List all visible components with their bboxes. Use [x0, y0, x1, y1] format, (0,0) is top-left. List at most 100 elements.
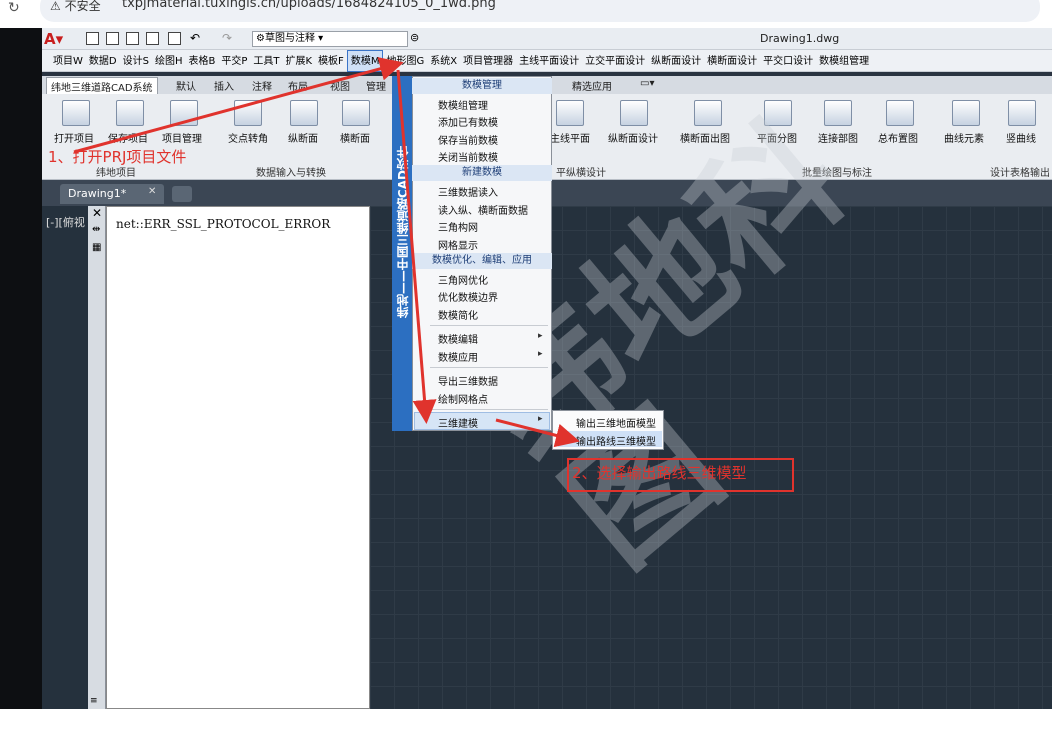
app-menu-logo-icon[interactable]: A▾ — [44, 30, 63, 48]
menu-item-triangulate[interactable]: 三角构网 — [438, 219, 478, 234]
submenu-export-route-model[interactable]: 输出路线三维模型 — [576, 433, 656, 448]
jd-turn-button[interactable]: 交点转角 — [228, 130, 268, 145]
menu-junction[interactable]: 平交P — [218, 51, 250, 73]
menu-tools[interactable]: 工具T — [250, 51, 282, 73]
menu-cross-section[interactable]: 横断面设计 — [704, 51, 760, 73]
redo-icon[interactable]: ↷ — [222, 31, 232, 45]
profile-design-button[interactable]: 纵断面设计 — [608, 130, 658, 145]
menu-item-optimize-boundary[interactable]: 优化数模边界 — [438, 289, 498, 304]
autohide-icon[interactable]: ⇹ — [92, 224, 100, 235]
menu-item-draw-grid[interactable]: 绘制网格点 — [438, 391, 488, 406]
panel-design-label[interactable]: 平纵横设计 — [556, 164, 606, 179]
menu-table[interactable]: 表格B — [185, 51, 218, 73]
save-project-icon[interactable] — [116, 100, 144, 126]
menu-profile-design[interactable]: 纵断面设计 — [648, 51, 704, 73]
profile-icon[interactable] — [290, 100, 318, 126]
menu-draw[interactable]: 绘图H — [152, 51, 186, 73]
menu-item-close-dtm[interactable]: 关闭当前数模 — [438, 149, 498, 164]
new-tab-button[interactable] — [172, 186, 192, 202]
jd-turn-icon[interactable] — [234, 100, 262, 126]
menu-header-new-dtm[interactable]: 新建数模 — [412, 165, 552, 181]
curve-element-icon[interactable] — [952, 100, 980, 126]
document-title: Drawing1.dwg — [760, 32, 840, 45]
menu-data[interactable]: 数据D — [86, 51, 120, 73]
customize-toolbar-icon[interactable]: ⊜ — [410, 31, 419, 44]
menu-terrain[interactable]: 地形图G — [383, 51, 427, 73]
menu-item-read-3d[interactable]: 三维数据读入 — [438, 184, 498, 199]
menu-item-export-3d[interactable]: 导出三维数据 — [438, 373, 498, 388]
tab-view[interactable]: 视图 — [330, 78, 350, 93]
close-tab-icon[interactable]: ✕ — [148, 186, 156, 197]
profile-design-icon[interactable] — [620, 100, 648, 126]
submenu-export-terrain-model[interactable]: 输出三维地面模型 — [576, 415, 656, 430]
menu-project-manager[interactable]: 项目管理器 — [460, 51, 516, 73]
tab-annotate[interactable]: 注释 — [252, 78, 272, 93]
menu-item-read-sections[interactable]: 读入纵、横断面数据 — [438, 202, 528, 217]
print-icon[interactable] — [168, 32, 181, 45]
project-manage-button[interactable]: 项目管理 — [162, 130, 202, 145]
security-indicator[interactable]: ⚠ 不安全 — [50, 0, 101, 14]
properties-icon[interactable]: ▦ — [92, 242, 101, 253]
menu-system[interactable]: 系统X — [427, 51, 460, 73]
open-file-icon[interactable] — [106, 32, 119, 45]
general-layout-icon[interactable] — [886, 100, 914, 126]
curve-element-button[interactable]: 曲线元素 — [944, 130, 984, 145]
menu-item-optimize-tin[interactable]: 三角网优化 — [438, 272, 488, 287]
vertical-curve-icon[interactable] — [1008, 100, 1036, 126]
reload-icon[interactable]: ↻ — [8, 0, 20, 16]
save-icon[interactable] — [126, 32, 139, 45]
menu-item-add-dtm[interactable]: 添加已有数模 — [438, 114, 498, 129]
menu-design[interactable]: 设计S — [120, 51, 152, 73]
menu-item-grid-display[interactable]: 网格显示 — [438, 237, 478, 252]
menu-item-3d-modeling[interactable]: 三维建模 — [438, 415, 478, 430]
ribbon-extra-icon[interactable]: ▭▾ — [640, 78, 654, 89]
step1-annotation: 1、打开PRJ项目文件 — [48, 148, 187, 166]
tab-featured-apps[interactable]: 精选应用 — [572, 78, 612, 93]
save-project-button[interactable]: 保存项目 — [108, 130, 148, 145]
menu-item-dtm-group[interactable]: 数模组管理 — [438, 97, 488, 112]
save-as-icon[interactable] — [146, 32, 159, 45]
new-file-icon[interactable] — [86, 32, 99, 45]
menu-item-dtm-apply[interactable]: 数模应用 — [438, 349, 478, 364]
profile-button[interactable]: 纵断面 — [288, 130, 318, 145]
menu-template[interactable]: 模板F — [315, 51, 347, 73]
panel-table-output-label[interactable]: 设计表格输出 — [990, 164, 1050, 179]
vertical-curve-button[interactable]: 竖曲线 — [1006, 130, 1036, 145]
tab-manage[interactable]: 管理 — [366, 78, 386, 93]
menu-separator — [430, 367, 548, 368]
cross-section-icon[interactable] — [342, 100, 370, 126]
error-message: net::ERR_SSL_PROTOCOL_ERROR — [116, 217, 331, 231]
undo-icon[interactable]: ↶ — [190, 31, 200, 45]
workspace-dropdown[interactable]: ⚙草图与注释 ▾ — [252, 31, 408, 47]
tab-default[interactable]: 默认 — [176, 78, 196, 93]
menu-intersection[interactable]: 平交口设计 — [760, 51, 816, 73]
canvas-left-strip — [42, 206, 88, 709]
menu-extend[interactable]: 扩展K — [283, 51, 316, 73]
menu-interchange-plan[interactable]: 立交平面设计 — [582, 51, 648, 73]
open-project-icon[interactable] — [62, 100, 90, 126]
cross-section-button[interactable]: 横断面 — [340, 130, 370, 145]
menu-separator — [430, 325, 548, 326]
open-project-button[interactable]: 打开项目 — [54, 130, 94, 145]
project-manage-icon[interactable] — [170, 100, 198, 126]
tab-layout[interactable]: 布局 — [288, 78, 308, 93]
viewport-label[interactable]: [-][俯视 — [46, 214, 85, 230]
panel-data-io-label[interactable]: 数据输入与转换 — [256, 164, 326, 179]
menu-bar: 项目W 数据D 设计S 绘图H 表格B 平交P 工具T 扩展K 模板F 数模M 地形图G 系统X 项目管… — [42, 50, 1052, 72]
menu-item-dtm-edit[interactable]: 数模编辑 — [438, 331, 478, 346]
tab-insert[interactable]: 插入 — [214, 78, 234, 93]
menu-dtm[interactable]: 数模M — [346, 50, 384, 72]
menu-mainline-plan[interactable]: 主线平面设计 — [516, 51, 582, 73]
mainline-plan-button[interactable]: 主线平面 — [550, 130, 590, 145]
cross-output-icon[interactable] — [694, 100, 722, 126]
menu-item-save-dtm[interactable]: 保存当前数模 — [438, 132, 498, 147]
menu-header-optimize: 数模优化、编辑、应用 — [412, 253, 552, 269]
menu-project[interactable]: 项目W — [50, 51, 86, 73]
url-text[interactable]: txpjmaterial.tuxingis.cn/uploads/1684824… — [122, 0, 496, 11]
menu-item-simplify[interactable]: 数模简化 — [438, 307, 478, 322]
submenu-arrow-icon: ▸ — [538, 414, 543, 424]
submenu-arrow-icon: ▸ — [538, 349, 543, 359]
close-icon[interactable]: ✕ — [92, 206, 102, 220]
mainline-plan-icon[interactable] — [556, 100, 584, 126]
menu-separator — [430, 409, 548, 410]
